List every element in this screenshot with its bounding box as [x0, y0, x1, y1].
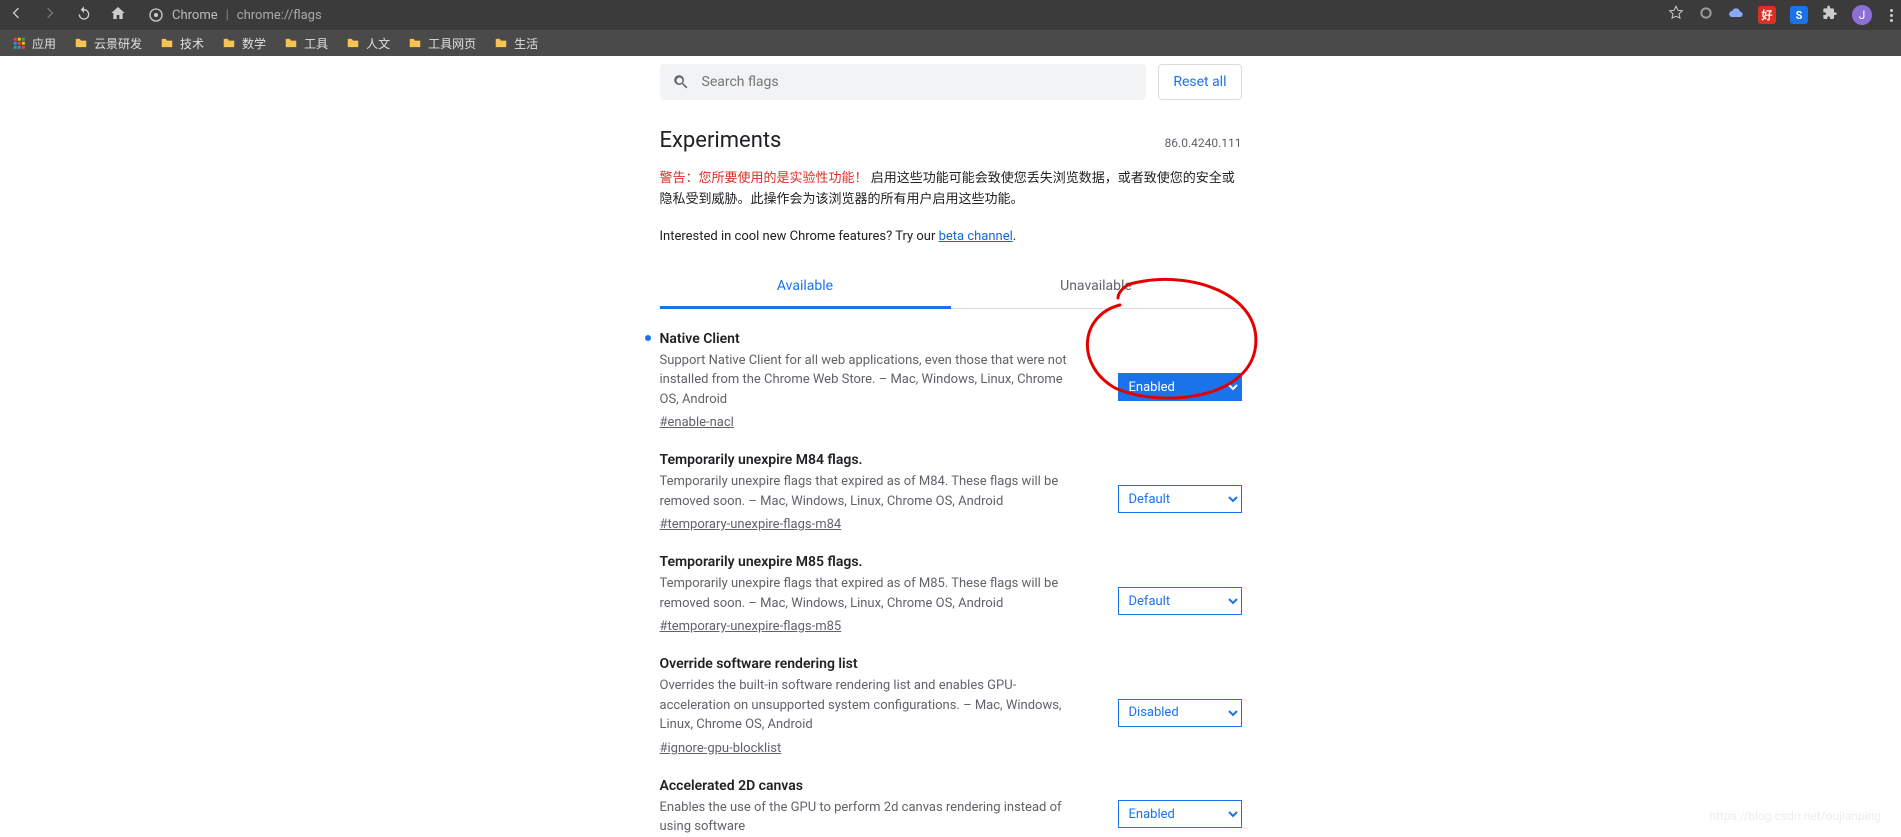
folder-icon — [74, 36, 88, 50]
bookmarks-bar: 应用 云景研发 技术 数学 工具 人文 工具网页 生活 — [0, 30, 1901, 56]
flag-select[interactable]: DefaultEnabledDisabled — [1118, 373, 1242, 401]
folder-icon — [160, 36, 174, 50]
flag-item: Temporarily unexpire M84 flags. Temporari… — [660, 430, 1242, 532]
search-input[interactable] — [700, 73, 1135, 91]
flag-description: Overrides the built-in software renderin… — [660, 676, 1072, 735]
profile-avatar[interactable]: J — [1852, 5, 1872, 25]
search-box[interactable] — [660, 64, 1147, 100]
flag-description: Temporarily unexpire flags that expired … — [660, 574, 1072, 613]
page-content: Reset all Experiments 86.0.4240.111 警告：您… — [0, 56, 1901, 837]
folder-icon — [408, 36, 422, 50]
site-label: Chrome — [172, 8, 218, 23]
reset-all-button[interactable]: Reset all — [1158, 64, 1241, 100]
extensions-icon[interactable] — [1822, 5, 1838, 25]
apps-label: 应用 — [32, 35, 56, 52]
bookmark-item[interactable]: 生活 — [494, 35, 538, 52]
beta-channel-link[interactable]: beta channel — [939, 229, 1013, 244]
folder-icon — [222, 36, 236, 50]
search-icon — [672, 73, 690, 91]
flag-hash-link[interactable]: #ignore-gpu-blocklist — [660, 741, 782, 756]
folder-icon — [346, 36, 360, 50]
ext-red-badge[interactable]: 好 — [1758, 6, 1776, 24]
warning-text: 警告：您所要使用的是实验性功能！ 启用这些功能可能会致使您丢失浏览数据，或者致使… — [660, 169, 1242, 211]
folder-icon — [494, 36, 508, 50]
bookmark-item[interactable]: 数学 — [222, 35, 266, 52]
flag-title: Temporarily unexpire M84 flags. — [660, 452, 1072, 468]
bookmark-item[interactable]: 工具网页 — [408, 35, 476, 52]
flag-select[interactable]: DefaultEnabledDisabled — [1118, 699, 1242, 727]
flag-description: Support Native Client for all web applic… — [660, 351, 1072, 410]
bookmark-item[interactable]: 云景研发 — [74, 35, 142, 52]
bookmark-item[interactable]: 工具 — [284, 35, 328, 52]
flag-item: Accelerated 2D canvas Enables the use of … — [660, 756, 1242, 837]
chrome-site-icon — [148, 7, 164, 23]
version-text: 86.0.4240.111 — [1165, 136, 1242, 150]
page-title: Experiments — [660, 128, 782, 153]
flag-hash-link[interactable]: #temporary-unexpire-flags-m84 — [660, 517, 842, 532]
beta-line: Interested in cool new Chrome features? … — [660, 229, 1242, 244]
flag-title: Override software rendering list — [660, 656, 1072, 672]
warning-red: 警告：您所要使用的是实验性功能！ — [660, 171, 868, 186]
bookmark-item[interactable]: 人文 — [346, 35, 390, 52]
url-text: chrome://flags — [237, 8, 322, 23]
tabs: Available Unavailable — [660, 266, 1242, 309]
tab-unavailable[interactable]: Unavailable — [951, 266, 1242, 308]
menu-icon[interactable] — [1890, 9, 1893, 22]
star-icon[interactable] — [1668, 5, 1684, 25]
ext-circle-icon[interactable] — [1698, 5, 1714, 25]
flag-item: Override software rendering list Override… — [660, 634, 1242, 756]
flag-title: Native Client — [660, 331, 1072, 347]
tab-available[interactable]: Available — [660, 266, 951, 309]
ext-blue-badge[interactable]: S — [1790, 6, 1808, 24]
back-icon[interactable] — [8, 5, 24, 25]
flag-item: Native Client Support Native Client for a… — [660, 309, 1242, 431]
reload-icon[interactable] — [76, 5, 92, 25]
address-bar[interactable]: Chrome | chrome://flags — [148, 7, 1656, 23]
flag-select[interactable]: DefaultEnabledDisabled — [1118, 485, 1242, 513]
flag-description: Enables the use of the GPU to perform 2d… — [660, 798, 1072, 837]
apps-shortcut[interactable]: 应用 — [12, 35, 56, 52]
folder-icon — [284, 36, 298, 50]
modified-dot — [645, 335, 651, 341]
apps-icon — [12, 36, 26, 50]
flag-title: Temporarily unexpire M85 flags. — [660, 554, 1072, 570]
ext-cloud-icon[interactable] — [1728, 5, 1744, 25]
browser-toolbar: Chrome | chrome://flags 好 S J — [0, 0, 1901, 30]
bookmark-item[interactable]: 技术 — [160, 35, 204, 52]
flag-select[interactable]: DefaultEnabledDisabled — [1118, 800, 1242, 828]
flag-description: Temporarily unexpire flags that expired … — [660, 472, 1072, 511]
flag-hash-link[interactable]: #enable-nacl — [660, 415, 734, 430]
home-icon[interactable] — [110, 5, 126, 25]
forward-icon[interactable] — [42, 5, 58, 25]
flag-hash-link[interactable]: #temporary-unexpire-flags-m85 — [660, 619, 842, 634]
flag-item: Temporarily unexpire M85 flags. Temporari… — [660, 532, 1242, 634]
flag-select[interactable]: DefaultEnabledDisabled — [1118, 587, 1242, 615]
flag-title: Accelerated 2D canvas — [660, 778, 1072, 794]
